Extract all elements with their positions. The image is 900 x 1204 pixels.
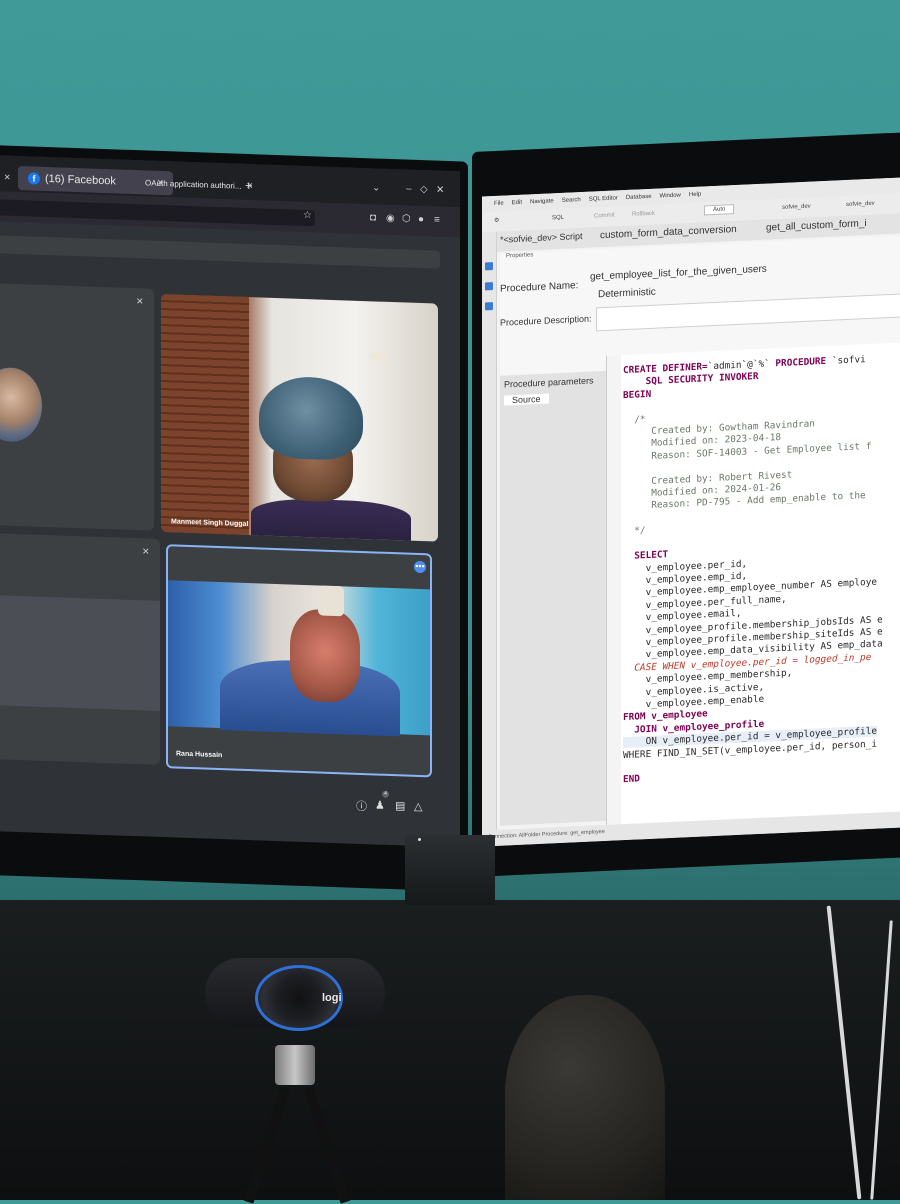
participant-tile-rana[interactable]: ••• Rana Hussain	[166, 544, 432, 778]
pendant-lamp	[369, 351, 387, 360]
menu-file[interactable]: File	[494, 201, 504, 207]
facebook-icon: f	[28, 172, 40, 185]
menu-search[interactable]: Search	[562, 197, 581, 204]
turban	[259, 375, 363, 462]
tab-sofvie-dev-script[interactable]: *<sofvie_dev> Script	[500, 231, 583, 245]
sql-source-editor[interactable]: CREATE DEFINER=`admin`@`%` PROCEDURE `so…	[606, 341, 900, 836]
schema-selector[interactable]: sofvie_dev	[846, 201, 875, 208]
activities-icon[interactable]: △	[414, 800, 422, 813]
window-close-icon[interactable]: ✕	[436, 185, 444, 196]
participant-tile[interactable]: ✕	[0, 533, 160, 765]
bookmark-star-icon[interactable]: ☆	[303, 210, 312, 221]
hands	[290, 608, 360, 703]
procedure-name-label: Procedure Name:	[500, 280, 579, 295]
procedure-side-tabs: Procedure parameters Source	[500, 370, 606, 826]
microphone-windscreen	[505, 995, 665, 1200]
menu-navigate[interactable]: Navigate	[530, 198, 554, 205]
commit-button[interactable]: Commit	[594, 213, 615, 220]
sql-editor-icon[interactable]: ⚙	[494, 217, 499, 224]
list-all-tabs-icon[interactable]: ⌄	[372, 182, 380, 193]
tab-label: (16) Facebook	[45, 172, 116, 188]
tab-custom-form-data-conversion[interactable]: custom_form_data_conversion	[600, 224, 737, 241]
sql-code: CREATE DEFINER=`admin`@`%` PROCEDURE `so…	[623, 353, 883, 787]
projects-icon[interactable]	[485, 282, 493, 291]
status-text: Connection: AllFolder Procedure: get_emp…	[488, 828, 605, 841]
chat-icon[interactable]: ▤	[395, 799, 405, 812]
right-monitor-screen: File Edit Navigate Search SQL Editor Dat…	[482, 177, 900, 847]
tab-oauth[interactable]: OAuth application authori... ×	[145, 170, 253, 198]
code-line: `admin`@`%`	[707, 358, 776, 373]
tripod-mount	[275, 1045, 315, 1085]
code-line: BEGIN	[623, 388, 652, 401]
tab-label: OAuth application authori...	[145, 177, 242, 191]
new-tab-button[interactable]: +	[245, 178, 253, 193]
participant-tile[interactable]: ✕	[0, 283, 154, 531]
editor-gutter	[607, 355, 621, 836]
restore-icon[interactable]: ◇	[420, 184, 428, 195]
datasource-selector[interactable]: sofvie_dev	[782, 204, 811, 211]
left-monitor-screen: × f (16) Facebook × OAuth application au…	[0, 155, 460, 848]
code-line: SELECT	[623, 549, 669, 563]
meeting-top-bar	[0, 235, 440, 269]
people-icon[interactable]: ♟	[375, 798, 385, 811]
sql-button[interactable]: SQL	[552, 215, 564, 222]
extensions-icon[interactable]: ⬡	[402, 213, 411, 224]
comment-line: /*	[623, 413, 646, 426]
desk-surface	[0, 900, 900, 1200]
profile-icon[interactable]: ●	[418, 214, 424, 225]
avatar	[0, 366, 42, 443]
deterministic-checkbox[interactable]: Deterministic	[598, 287, 656, 301]
pocket-icon[interactable]: ◘	[370, 212, 376, 223]
logi-logo: logi	[322, 992, 342, 1004]
code-line: PROCEDURE	[775, 355, 827, 370]
participant-name: Rana Hussain	[176, 750, 223, 760]
menu-sql-editor[interactable]: SQL Editor	[589, 195, 618, 202]
comment-line: */	[623, 525, 646, 538]
outline-icon[interactable]	[485, 302, 493, 311]
mic-off-icon: ✕	[136, 296, 144, 307]
properties-tab[interactable]: Properties	[506, 252, 533, 259]
navigator-icon[interactable]	[485, 262, 493, 271]
brick-wall	[161, 293, 249, 536]
shirt	[251, 497, 411, 542]
mic-off-icon: ✕	[142, 546, 150, 557]
shared-screen-preview	[0, 595, 160, 711]
procedure-description-field[interactable]	[596, 292, 900, 332]
menu-help[interactable]: Help	[689, 192, 701, 199]
transaction-mode-select[interactable]: Auto	[704, 204, 735, 216]
menu-database[interactable]: Database	[626, 194, 652, 201]
menu-window[interactable]: Window	[660, 193, 681, 200]
account-icon[interactable]: ◉	[386, 213, 395, 224]
ide-left-strip	[482, 231, 497, 833]
menu-icon[interactable]: ≡	[434, 215, 440, 226]
participants-count-badge: 4	[382, 790, 389, 798]
tab-get-all-custom-form[interactable]: get_all_custom_form_i	[766, 218, 867, 234]
code-line: END	[623, 773, 640, 786]
menu-edit[interactable]: Edit	[512, 200, 522, 206]
code-line: `sofvi	[826, 354, 866, 367]
tab-source[interactable]: Source	[504, 393, 549, 406]
info-icon[interactable]: ⓘ	[356, 798, 367, 814]
procedure-description-label: Procedure Description:	[500, 313, 592, 328]
minimize-icon[interactable]: –	[406, 184, 412, 195]
tab-close-icon[interactable]: ×	[4, 171, 10, 183]
participant-tile-manmeet[interactable]: Manmeet Singh Duggal	[161, 293, 438, 542]
phone	[318, 585, 344, 617]
monitor-stand	[405, 835, 495, 905]
rollback-button[interactable]: Rollback	[632, 211, 655, 218]
tab-procedure-parameters[interactable]: Procedure parameters	[504, 375, 594, 389]
power-led	[418, 838, 421, 841]
left-monitor: × f (16) Facebook × OAuth application au…	[0, 145, 468, 892]
procedure-name-field[interactable]: get_employee_list_for_the_given_users	[590, 264, 767, 283]
right-monitor: File Edit Navigate Search SQL Editor Dat…	[472, 131, 900, 877]
more-options-icon[interactable]: •••	[414, 560, 426, 574]
